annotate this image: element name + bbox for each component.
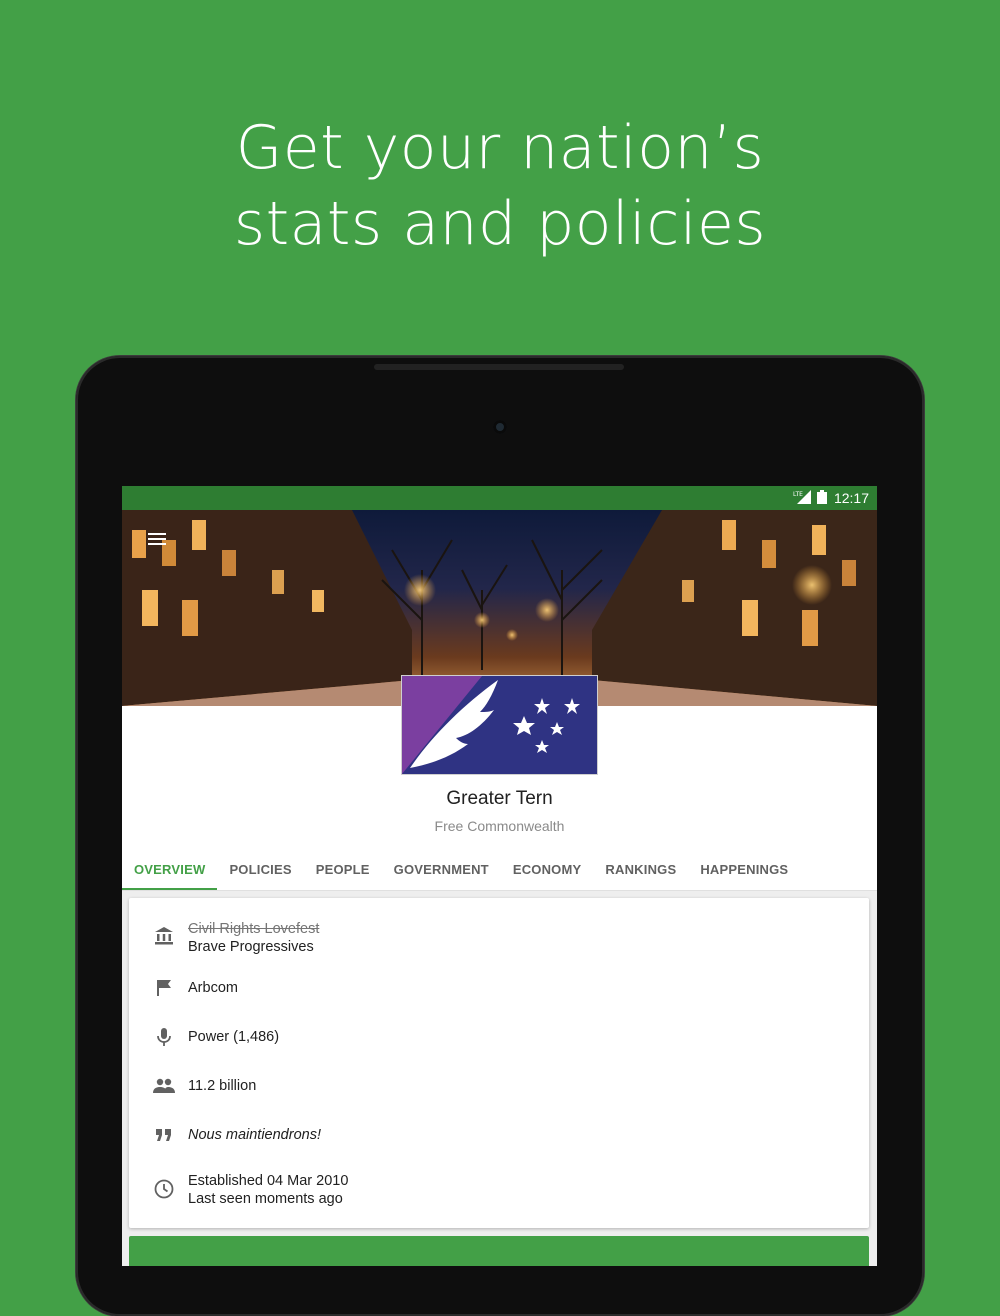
tablet-speaker <box>374 364 624 370</box>
nation-flag <box>402 676 597 774</box>
headline-line-2: stats and policies <box>233 189 767 259</box>
menu-icon-bar <box>148 543 166 545</box>
established-row: Established 04 Mar 2010 Last seen moment… <box>129 1168 869 1208</box>
tab-government[interactable]: GOVERNMENT <box>382 852 501 890</box>
population-row: 11.2 billion <box>129 1074 869 1098</box>
motto-value: Nous maintiendrons! <box>188 1127 321 1143</box>
nation-classification: Free Commonwealth <box>434 818 565 834</box>
population-value: 11.2 billion <box>188 1078 257 1094</box>
last-seen: Last seen moments ago <box>188 1191 343 1207</box>
category-previous: Civil Rights Lovefest <box>188 921 320 937</box>
people-icon <box>153 1075 175 1097</box>
category-current: Brave Progressives <box>188 939 314 955</box>
region-link[interactable]: Arbcom <box>188 979 238 997</box>
menu-button[interactable] <box>148 530 168 546</box>
motto-row: Nous maintiendrons! <box>129 1123 869 1147</box>
status-bar: LTE 12:17 <box>122 486 877 510</box>
tablet-camera <box>493 420 507 434</box>
clock-icon <box>153 1178 175 1200</box>
tab-rankings[interactable]: RANKINGS <box>593 852 688 890</box>
menu-icon-bar <box>148 538 166 540</box>
tab-people[interactable]: PEOPLE <box>304 852 382 890</box>
status-icons: LTE <box>793 490 827 504</box>
region-row[interactable]: Arbcom <box>129 976 869 1000</box>
lte-signal-icon: LTE <box>793 490 811 504</box>
app-screen: LTE 12:17 Greater Tern Free Commonwealth… <box>122 486 877 1266</box>
overview-card: Civil Rights Lovefest Brave Progressives… <box>129 898 869 1228</box>
tab-policies[interactable]: POLICIES <box>217 852 303 890</box>
category-row: Civil Rights Lovefest Brave Progressives <box>129 916 869 956</box>
quote-icon <box>153 1124 175 1146</box>
flag-icon <box>153 977 175 999</box>
headline: Get your nation’s stats and policies <box>0 110 1000 262</box>
svg-text:LTE: LTE <box>793 491 803 498</box>
battery-icon <box>817 490 827 504</box>
headline-line-1: Get your nation’s <box>235 113 765 183</box>
tab-happenings[interactable]: HAPPENINGS <box>688 852 800 890</box>
menu-icon-bar <box>148 533 166 535</box>
microphone-icon <box>153 1026 175 1048</box>
nation-name: Greater Tern <box>446 788 553 809</box>
influence-row: Power (1,486) <box>129 1025 869 1049</box>
tab-economy[interactable]: ECONOMY <box>501 852 594 890</box>
next-section-card <box>129 1236 869 1266</box>
bank-icon <box>153 925 175 947</box>
tab-bar: OVERVIEW POLICIES PEOPLE GOVERNMENT ECON… <box>122 852 877 891</box>
influence-value: Power (1,486) <box>188 1029 280 1045</box>
tab-overview[interactable]: OVERVIEW <box>122 852 218 890</box>
status-time: 12:17 <box>833 490 869 506</box>
established-date: Established 04 Mar 2010 <box>188 1173 349 1189</box>
